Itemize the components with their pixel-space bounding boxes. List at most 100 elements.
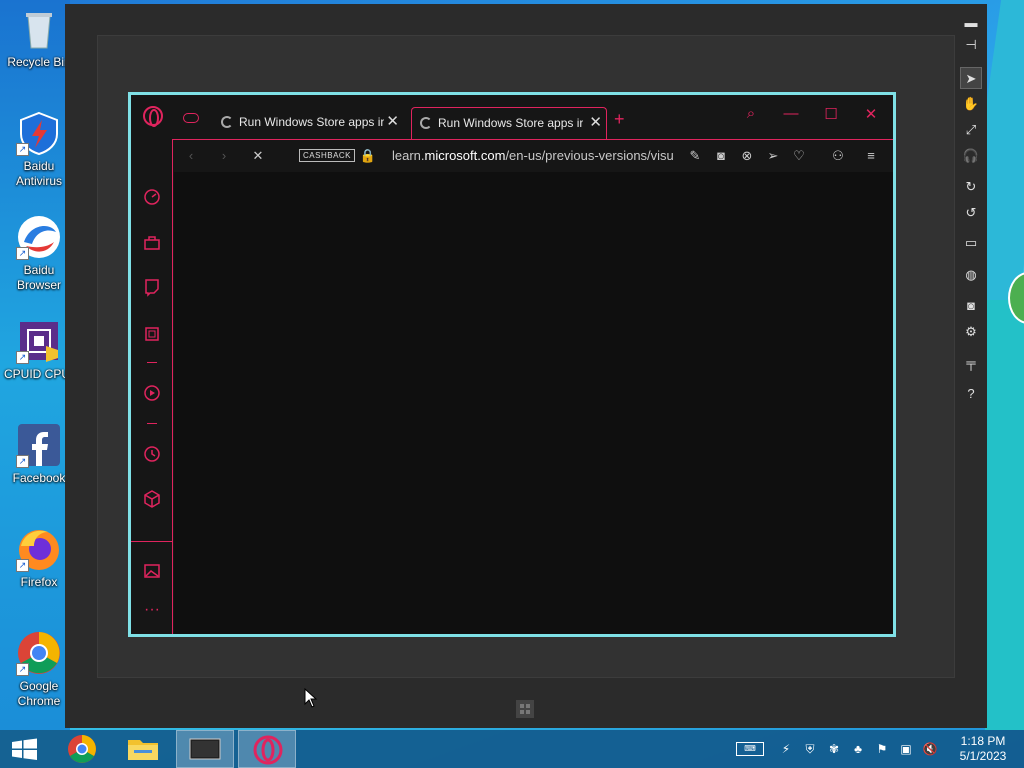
- shopping-icon[interactable]: [141, 232, 163, 254]
- start-icon: [12, 738, 37, 760]
- sidebar-divider: [147, 362, 157, 363]
- url-domain: microsoft.com: [424, 148, 506, 163]
- extensions-cube-icon[interactable]: [141, 488, 163, 510]
- forward-arrow-icon[interactable]: ›: [214, 147, 234, 165]
- wallpaper-accent: [985, 300, 1024, 730]
- chrome-icon: [68, 735, 96, 763]
- shortcut-arrow-icon: ↗: [16, 663, 29, 676]
- file-explorer-icon: [128, 740, 158, 760]
- clock-date: 5/1/2023: [959, 749, 1007, 763]
- network-tray-icon[interactable]: ✾: [826, 741, 842, 757]
- cpuid-icon: ↗: [16, 318, 62, 364]
- snapshot-camera-icon[interactable]: ◙: [711, 147, 731, 165]
- mouse-cursor-icon: [304, 688, 318, 708]
- easy-setup-icon[interactable]: ≡: [861, 147, 881, 165]
- help-icon[interactable]: ?: [960, 383, 982, 405]
- baidu-tray-icon[interactable]: ⚡: [778, 741, 794, 757]
- opera-logo-icon[interactable]: [143, 106, 163, 127]
- recycle-bin-icon: [16, 6, 62, 52]
- emulator-sidebar: ▬ ⊣ ➤ ✋ ⤢ 🎧 ↻ ↺ ▭ ◍ ◙ ⚙ ╤ ?: [955, 4, 987, 728]
- baidu-browser-icon: ↗: [16, 214, 62, 260]
- sidebar-divider: [131, 541, 173, 542]
- search-tabs-icon[interactable]: ⌕: [739, 105, 763, 122]
- browser-inner: Run Windows Store apps ir ✕ Run Windows …: [131, 95, 893, 634]
- people-tray-icon[interactable]: ♣: [850, 741, 866, 757]
- gamepad-icon[interactable]: [183, 113, 199, 123]
- facebook-icon: ↗: [16, 422, 62, 468]
- taskbar: ⌨ ⚡ ⛨ ✾ ♣ ⚑ ▣ 🔇 1:18 PM 5/1/2023: [0, 730, 1024, 768]
- history-icon[interactable]: [141, 443, 163, 465]
- tab-run-windows-store-apps-2[interactable]: Run Windows Store apps ir ✕: [411, 107, 607, 139]
- monitor-icon[interactable]: ▭: [960, 232, 982, 254]
- hand-icon[interactable]: ✋: [960, 93, 982, 115]
- close-window-icon[interactable]: ✕: [859, 105, 883, 123]
- send-icon[interactable]: ➢: [763, 147, 783, 165]
- cashback-badge[interactable]: CASHBACK: [299, 149, 356, 162]
- opera-sidebar: ···: [131, 139, 173, 634]
- chrome-icon: ↗: [16, 630, 62, 676]
- taskbar-chrome[interactable]: [54, 730, 112, 768]
- minimize-window-icon[interactable]: —: [779, 105, 803, 122]
- shortcut-arrow-icon: ↗: [16, 559, 29, 572]
- url-field[interactable]: learn.microsoft.com/en-us/previous-versi…: [392, 147, 678, 165]
- tab-title: Run Windows Store apps ir: [239, 115, 385, 129]
- shortcut-arrow-icon: ↗: [16, 247, 29, 260]
- rotate-cw-icon[interactable]: ↻: [960, 176, 982, 198]
- windows-home-icon[interactable]: [513, 697, 537, 721]
- system-clock[interactable]: 1:18 PM 5/1/2023: [948, 734, 1018, 764]
- rotate-ccw-icon[interactable]: ↺: [960, 202, 982, 224]
- speed-dial-icon[interactable]: [141, 186, 163, 208]
- expand-icon[interactable]: ⤢: [960, 119, 982, 141]
- tab-bar: Run Windows Store apps ir ✕ Run Windows …: [131, 95, 893, 139]
- new-tab-button[interactable]: +: [614, 109, 625, 130]
- camera-icon[interactable]: ◙: [960, 295, 982, 317]
- stop-loading-icon[interactable]: ✕: [248, 147, 268, 165]
- player-icon[interactable]: [141, 382, 163, 404]
- shield-tray-icon[interactable]: ⛨: [802, 741, 818, 757]
- account-icon[interactable]: ⚇: [828, 147, 848, 165]
- shortcut-arrow-icon: ↗: [16, 351, 29, 364]
- tab-title: Run Windows Store apps ir: [438, 116, 584, 130]
- opera-icon: [253, 735, 283, 765]
- tab-run-windows-store-apps-1[interactable]: Run Windows Store apps ir ✕: [213, 107, 403, 139]
- url-path: /en-us/previous-versions/visu: [505, 148, 674, 163]
- clock-time: 1:18 PM: [960, 734, 1006, 748]
- taskbar-emulator[interactable]: [176, 730, 234, 768]
- url-prefix: learn.: [392, 148, 425, 163]
- loading-spinner-icon: [221, 116, 233, 128]
- network-icon[interactable]: ▣: [898, 741, 914, 757]
- back-arrow-icon[interactable]: ‹: [181, 147, 201, 165]
- shortcut-arrow-icon: ↗: [16, 143, 29, 156]
- page-content-area[interactable]: [174, 172, 893, 634]
- twitch-icon[interactable]: [141, 276, 163, 298]
- maximize-window-icon[interactable]: ☐: [819, 105, 843, 123]
- firefox-icon: ↗: [16, 526, 62, 572]
- close-tab-icon[interactable]: ✕: [386, 107, 399, 137]
- wallpaper-image-icon[interactable]: [141, 560, 163, 582]
- ad-block-icon[interactable]: ⊗: [737, 147, 757, 165]
- emulator-icon: [189, 738, 221, 760]
- chip-icon[interactable]: [141, 323, 163, 345]
- start-button[interactable]: [0, 730, 58, 768]
- lock-icon[interactable]: 🔒: [358, 147, 378, 165]
- bookmark-heart-icon[interactable]: ♡: [789, 147, 809, 165]
- close-tab-icon[interactable]: ✕: [589, 108, 602, 138]
- volume-muted-icon[interactable]: 🔇: [922, 741, 938, 757]
- controller-icon[interactable]: ╤: [960, 352, 982, 374]
- volume-icon[interactable]: 🎧: [960, 145, 982, 167]
- pointer-icon[interactable]: ➤: [960, 67, 982, 89]
- browser-window: Run Windows Store apps ir ✕ Run Windows …: [128, 92, 896, 637]
- minimize-icon[interactable]: ▬: [960, 12, 982, 34]
- more-options-icon[interactable]: ···: [141, 601, 163, 623]
- loading-spinner-icon: [420, 117, 432, 129]
- sidebar-divider: [147, 423, 157, 424]
- taskbar-file-explorer[interactable]: [114, 730, 172, 768]
- globe-icon[interactable]: ◍: [960, 264, 982, 286]
- action-center-flag-icon[interactable]: ⚑: [874, 741, 890, 757]
- keyboard-icon[interactable]: ⌨: [736, 742, 764, 756]
- pin-icon[interactable]: ⊣: [960, 34, 982, 56]
- edit-share-icon[interactable]: ✎: [685, 147, 705, 165]
- gear-icon[interactable]: ⚙: [960, 321, 982, 343]
- address-toolbar: ‹ › ✕ CASHBACK 🔒 learn.microsoft.com/en-…: [173, 139, 893, 171]
- taskbar-opera[interactable]: [238, 730, 296, 768]
